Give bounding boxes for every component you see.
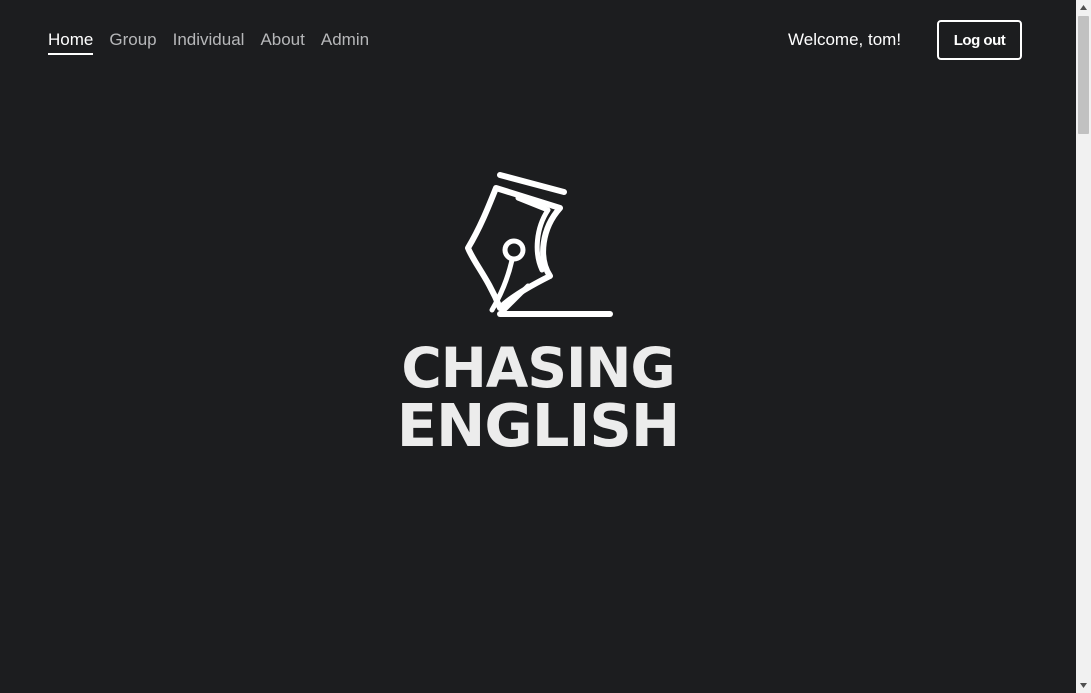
- nav-item-about[interactable]: About: [260, 30, 304, 55]
- brand-line-2: ENGLISH: [396, 391, 681, 460]
- vertical-scrollbar[interactable]: [1076, 0, 1091, 693]
- logout-button[interactable]: Log out: [937, 20, 1022, 60]
- main-viewport: Home Group Individual About Admin Welcom…: [0, 0, 1076, 693]
- brand-wordmark: CHASING ENGLISH: [390, 336, 686, 460]
- scrollbar-thumb[interactable]: [1078, 16, 1089, 134]
- welcome-message: Welcome, tom!: [788, 30, 902, 49]
- page: Home Group Individual About Admin Welcom…: [0, 0, 1091, 693]
- nav-item-group[interactable]: Group: [109, 30, 156, 55]
- scroll-down-arrow-icon[interactable]: [1076, 678, 1091, 693]
- main-nav: Home Group Individual About Admin: [48, 30, 369, 55]
- brand-line-1: CHASING: [401, 336, 675, 400]
- nav-item-individual[interactable]: Individual: [173, 30, 245, 55]
- scroll-up-arrow-icon[interactable]: [1076, 0, 1091, 15]
- nav-item-home[interactable]: Home: [48, 30, 94, 55]
- fountain-pen-nib-icon: [465, 172, 613, 317]
- nav-item-admin[interactable]: Admin: [321, 30, 369, 55]
